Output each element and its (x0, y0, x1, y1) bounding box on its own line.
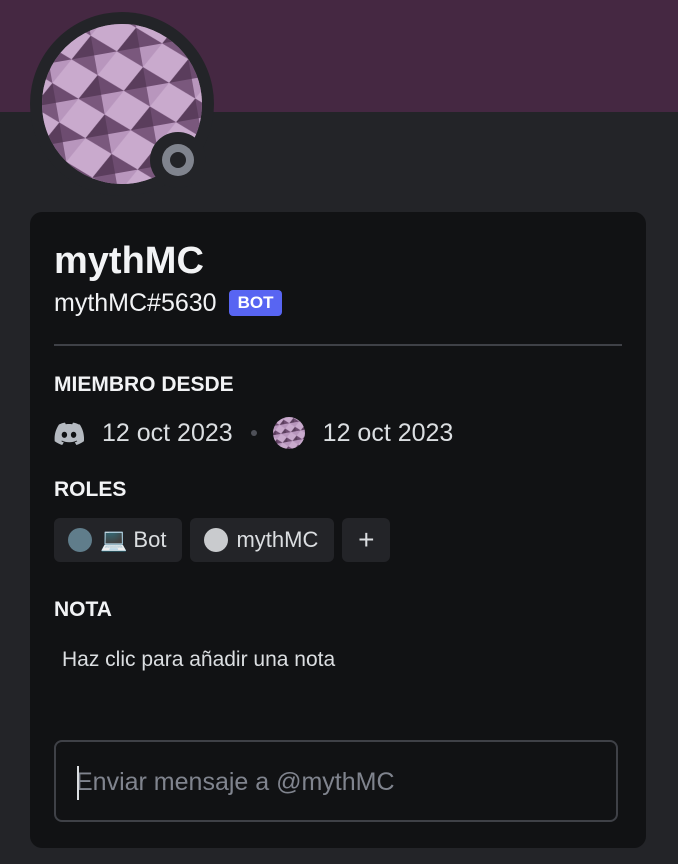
role-bot[interactable]: 💻 Bot (54, 518, 183, 562)
role-mythmc[interactable]: mythMC (190, 518, 335, 562)
text-caret (77, 766, 79, 800)
role-color-dot (68, 528, 92, 552)
discord-icon (54, 421, 85, 445)
username-row: mythMC#5630 BOT (54, 287, 283, 319)
member-since-title: MIEMBRO DESDE (54, 373, 234, 396)
discord-join-date: 12 oct 2023 (102, 418, 233, 447)
note-title: NOTA (54, 598, 112, 621)
separator-dot (250, 430, 257, 436)
status-dot-hole (170, 152, 186, 168)
role-label: Bot (133, 527, 167, 552)
server-icon (272, 417, 305, 449)
divider (54, 344, 622, 346)
note-field[interactable]: Haz clic para añadir una nota (62, 646, 335, 674)
server-join-date: 12 oct 2023 (322, 418, 454, 447)
bot-badge: BOT (228, 290, 283, 316)
username: mythMC#5630 (54, 289, 217, 317)
roles-title: ROLES (54, 478, 127, 501)
message-input[interactable] (76, 762, 596, 802)
roles-list: 💻 Bot mythMC + (54, 518, 391, 562)
role-label: mythMC (236, 527, 319, 552)
add-role-button[interactable]: + (342, 518, 391, 562)
role-color-dot (204, 528, 229, 552)
display-name: mythMC (54, 240, 204, 282)
member-since-row: 12 oct 2023 12 oct 2023 (54, 414, 453, 452)
message-box[interactable] (54, 740, 618, 822)
laptop-icon: 💻 (100, 527, 128, 552)
